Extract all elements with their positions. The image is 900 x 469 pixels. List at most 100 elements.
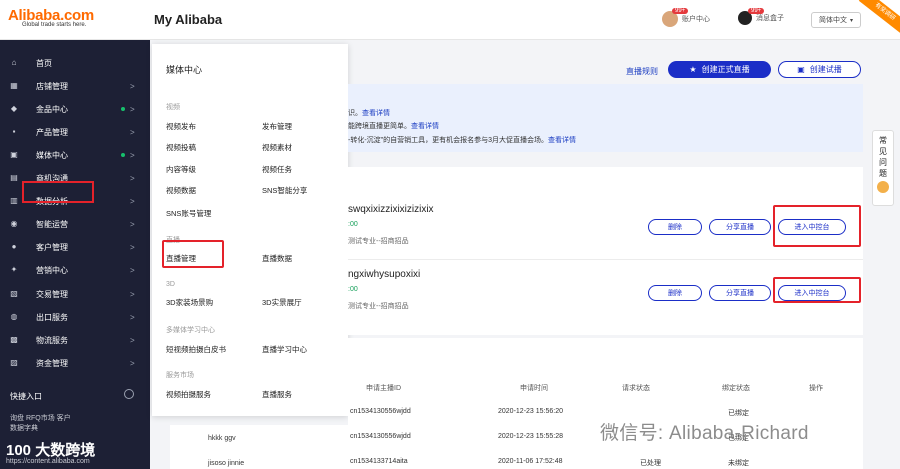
live-manage-highlight [162, 240, 224, 268]
sidebar-item[interactable]: ▩ 物流服务 > [0, 329, 150, 351]
delete-button[interactable]: 删除 [648, 285, 702, 301]
panel-link-live-service[interactable]: 直播服务 [262, 389, 292, 400]
row-divider [348, 259, 863, 260]
panel-link-video-whitepaper[interactable]: 短视频拍摄白皮书 [166, 344, 226, 355]
sidebar-item-label: 物流服务 [36, 335, 68, 345]
sidebar-item[interactable]: ▪ 产品管理 > [0, 121, 150, 143]
chevron-right-icon: > [130, 242, 135, 252]
panel-link-video-submit[interactable]: 视频投稿 [166, 142, 196, 153]
cell-apply-time: 2020-12-23 15:56:20 [498, 408, 563, 415]
live-row: swqxixizzixixizizixix :00 测试专业--招商招品 删除 … [348, 197, 863, 257]
sidebar-item[interactable]: ▣ 媒体中心 > [0, 144, 150, 166]
sidebar-item[interactable]: ◉ 智能运营 > [0, 213, 150, 235]
col-anchor-id: 申请主播ID [366, 385, 401, 392]
language-select[interactable]: 简体中文 ▾ [811, 12, 861, 28]
console-highlight [773, 277, 861, 303]
chevron-right-icon: > [130, 289, 135, 299]
user-icon: ● [11, 242, 17, 251]
notice-line-3: -转化-沉淀"的自营销工具，更有机会报名参与3月大促直播会场。查看详情 [348, 135, 576, 145]
panel-title: 媒体中心 [166, 65, 203, 75]
col-request-status: 请求状态 [622, 385, 650, 392]
col-apply-time: 申请时间 [520, 385, 548, 392]
panel-link-video-shoot-service[interactable]: 视频拍摄服务 [166, 389, 211, 400]
sidebar-item-label: 产品管理 [36, 127, 68, 137]
survey-ribbon[interactable]: 有奖调研 [858, 0, 900, 35]
chat-icon: ▤ [10, 173, 18, 182]
notice-line-1: 识。查看详情 [348, 108, 390, 118]
cell-name-row3: jisoso jinnie [208, 460, 245, 467]
table-row-bg [170, 425, 348, 469]
panel-link-video-material[interactable]: 视频素材 [262, 142, 292, 153]
notice-link-2[interactable]: 查看详情 [411, 123, 439, 130]
alibaba-logo[interactable]: Alibaba.com Global trade starts here. [8, 7, 133, 33]
sidebar-item[interactable]: ▧ 交易管理 > [0, 283, 150, 305]
cell-bind-status: 未绑定 [728, 460, 749, 467]
gear-icon[interactable] [124, 389, 134, 399]
chevron-down-icon: ▾ [849, 17, 853, 24]
share-live-button[interactable]: 分享直播 [709, 219, 771, 235]
shield-icon: ◆ [10, 104, 18, 113]
faq-char-4: 题 [879, 169, 887, 178]
quick-links-row-1[interactable]: 询盘 RFQ市场 客户 [10, 414, 71, 424]
create-live-button[interactable]: ★ 创建正式直播 [668, 61, 771, 78]
sidebar-item[interactable]: ◍ 出口服务 > [0, 306, 150, 328]
panel-link-sns-account[interactable]: SNS账号管理 [166, 208, 211, 219]
cell-anchor-id: cn1534133714aita [350, 458, 408, 465]
grid-icon: ▪ [12, 127, 16, 136]
faq-char-3: 问 [879, 158, 887, 167]
home-icon: ⌂ [11, 58, 17, 67]
cell-anchor-id: cn1534130556wjdd [350, 408, 411, 415]
panel-link-video-publish[interactable]: 视频发布 [166, 121, 196, 132]
delete-button[interactable]: 删除 [648, 219, 702, 235]
chevron-right-icon: > [130, 104, 135, 114]
live-row: ngxiwhysupoxixi :00 测试专业--招商招品 删除 分享直播 进… [348, 262, 863, 322]
sidebar-item[interactable]: ● 客户管理 > [0, 236, 150, 258]
finance-icon: ▨ [10, 358, 18, 367]
sidebar-item-label: 首页 [36, 58, 52, 68]
notice-link-1[interactable]: 查看详情 [362, 110, 390, 117]
create-trial-button[interactable]: ▣ 创建试播 [778, 61, 861, 78]
account-center-label: 账户中心 [682, 16, 710, 23]
panel-link-live-data[interactable]: 直播数据 [262, 253, 292, 264]
quick-links[interactable]: 询盘 RFQ市场 客户 数据字典 [10, 414, 71, 434]
cell-apply-time: 2020-12-23 15:55:28 [498, 433, 563, 440]
page-title: My Alibaba [154, 12, 223, 27]
sidebar-item-label: 营销中心 [36, 265, 68, 275]
panel-link-video-task[interactable]: 视频任务 [262, 164, 292, 175]
faq-float-button[interactable]: 常 见 问 题 [872, 130, 894, 206]
sidebar-item[interactable]: ◆ 金品中心 > [0, 98, 150, 120]
panel-link-video-data[interactable]: 视频数据 [166, 185, 196, 196]
create-trial-label: 创建试播 [809, 65, 842, 74]
sidebar-item[interactable]: ⌂ 首页 [0, 52, 150, 74]
star-icon: ★ [689, 65, 697, 74]
message-box-link[interactable]: 99+ 消息盒子 [738, 8, 784, 25]
live-category: 测试专业--招商招品 [348, 238, 409, 245]
quick-links-row-2[interactable]: 数据字典 [10, 424, 71, 434]
trade-icon: ▧ [10, 289, 18, 298]
col-bind-status: 绑定状态 [722, 385, 750, 392]
panel-link-publish-manage[interactable]: 发布管理 [262, 121, 292, 132]
sidebar-item[interactable]: ✦ 营销中心 > [0, 259, 150, 281]
share-live-button[interactable]: 分享直播 [709, 285, 771, 301]
media-icon: ▣ [10, 150, 18, 159]
account-center-link[interactable]: 99+ 账户中心 [662, 8, 710, 27]
learn-section-heading: 多媒体学习中心 [166, 327, 215, 334]
faq-char-1: 常 [879, 136, 887, 145]
notice-text-2: 能跨境直播更简单。 [348, 123, 411, 130]
panel-link-content-level[interactable]: 内容等级 [166, 164, 196, 175]
faq-char-2: 见 [879, 147, 887, 156]
gift-icon: ▣ [797, 65, 805, 74]
live-rules-link[interactable]: 直播规则 [626, 66, 658, 77]
panel-link-3d-home[interactable]: 3D家装场景购 [166, 297, 213, 308]
chevron-right-icon: > [130, 173, 135, 183]
notice-link-3[interactable]: 查看详情 [548, 137, 576, 144]
panel-link-live-learning[interactable]: 直播学习中心 [262, 344, 307, 355]
main-content: 直播规则 ★ 创建正式直播 ▣ 创建试播 识。查看详情 能跨境直播更简单。查看详… [208, 40, 900, 469]
panel-link-3d-showroom[interactable]: 3D实景展厅 [262, 297, 302, 308]
sidebar-item[interactable]: ▦ 店铺管理 > [0, 75, 150, 97]
cell-anchor-id: cn1534130556wjdd [350, 433, 411, 440]
panel-link-sns-share[interactable]: SNS智能分享 [262, 185, 307, 196]
sidebar-item[interactable]: ▨ 资金管理 > [0, 352, 150, 374]
d3-section-heading: 3D [166, 281, 175, 288]
top-header: Alibaba.com Global trade starts here. My… [0, 0, 900, 40]
